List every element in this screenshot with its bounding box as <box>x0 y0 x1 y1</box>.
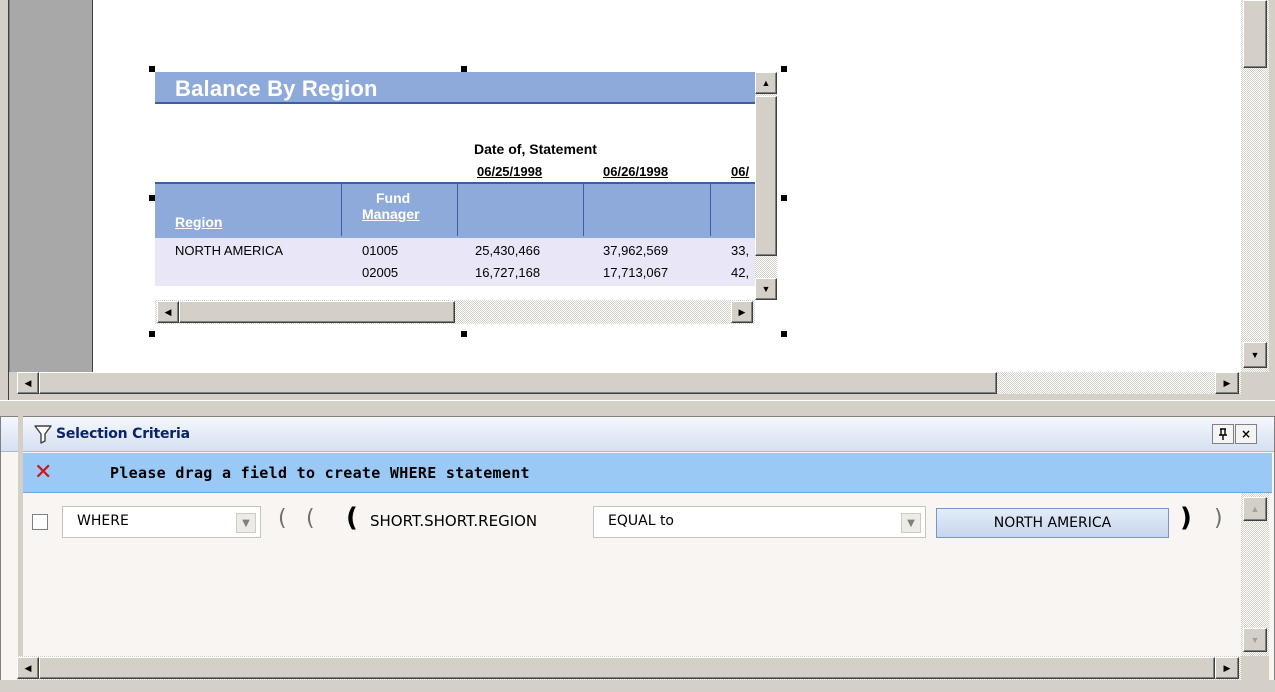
panel-title: Selection Criteria <box>56 426 190 442</box>
error-x-icon: ✕ <box>34 460 53 485</box>
panel-title-bar <box>1 418 1274 452</box>
report-vertical-scrollbar[interactable]: ▲ ▼ <box>755 72 777 300</box>
scroll-down-icon[interactable]: ▼ <box>755 278 777 300</box>
resize-handle[interactable] <box>149 195 155 201</box>
column-group-label: Date of, Statement <box>474 141 597 157</box>
resize-handle[interactable] <box>461 331 467 337</box>
design-area-left-edge <box>0 0 9 400</box>
scroll-down-icon[interactable]: ▼ <box>1243 342 1267 368</box>
open-paren[interactable]: ( <box>278 506 287 531</box>
header-divider <box>710 184 711 236</box>
scroll-right-icon[interactable]: ▶ <box>1215 372 1239 394</box>
scroll-left-icon[interactable]: ◀ <box>17 372 39 394</box>
panel-vertical-scrollbar[interactable]: ▲ ▼ <box>1241 493 1269 656</box>
cell-value: 16,727,168 <box>475 265 541 280</box>
chevron-down-icon[interactable]: ▼ <box>236 513 256 533</box>
panel-hscroll-thumb[interactable] <box>39 657 1215 679</box>
criteria-value-button[interactable]: NORTH AMERICA <box>936 508 1169 538</box>
header-divider <box>457 184 458 236</box>
chevron-down-icon[interactable]: ▼ <box>901 513 921 533</box>
canvas-vscroll-thumb[interactable] <box>1243 0 1267 68</box>
cell-value: 33, <box>731 243 750 258</box>
report-header-band <box>155 182 755 238</box>
report-hscroll-thumb[interactable] <box>179 301 455 323</box>
filter-icon <box>34 425 52 444</box>
resize-handle[interactable] <box>781 195 787 201</box>
clause-dropdown[interactable]: WHERE ▼ <box>62 506 261 538</box>
cell-value: 42, <box>731 265 750 280</box>
open-paren[interactable]: ( <box>306 506 315 531</box>
window-bottom-edge <box>0 680 1275 692</box>
scroll-left-icon[interactable]: ◀ <box>157 301 179 323</box>
scroll-right-icon[interactable]: ▶ <box>731 301 753 323</box>
scroll-down-icon[interactable]: ▼ <box>1243 628 1267 652</box>
fund-manager-header-line2: Manager <box>362 206 420 222</box>
report-horizontal-scrollbar[interactable]: ◀ ▶ <box>155 300 755 324</box>
hint-text: Please drag a field to create WHERE stat… <box>110 464 530 482</box>
region-header: Region <box>175 214 223 230</box>
fund-manager-header-line1: Fund <box>376 190 411 206</box>
cell-fund-manager: 01005 <box>362 243 399 258</box>
report-title: Balance By Region <box>175 76 378 101</box>
operator-value: EQUAL to <box>608 513 674 529</box>
scrollbar-corner <box>1241 656 1269 680</box>
resize-handle[interactable] <box>781 66 787 72</box>
header-divider <box>341 184 342 236</box>
criteria-field[interactable]: SHORT.SHORT.REGION <box>370 512 537 530</box>
scroll-left-icon[interactable]: ◀ <box>17 657 39 679</box>
resize-handle[interactable] <box>149 331 155 337</box>
scroll-up-icon[interactable]: ▲ <box>755 72 777 94</box>
panel-horizontal-scrollbar[interactable]: ◀ ▶ <box>17 656 1241 680</box>
header-divider <box>583 184 584 236</box>
operator-dropdown[interactable]: EQUAL to ▼ <box>593 506 926 538</box>
date-header-1: 06/25/1998 <box>477 164 543 179</box>
scroll-right-icon[interactable]: ▶ <box>1215 657 1239 679</box>
scroll-up-icon[interactable]: ▲ <box>1243 497 1267 521</box>
resize-handle[interactable] <box>461 66 467 72</box>
open-paren-active[interactable]: ( <box>346 503 358 533</box>
design-gutter <box>9 0 93 372</box>
close-paren[interactable]: ) <box>1214 506 1223 531</box>
date-header-2: 06/26/1998 <box>603 164 669 179</box>
clause-value: WHERE <box>77 513 129 529</box>
criteria-row-checkbox[interactable] <box>32 514 48 530</box>
canvas-vertical-scrollbar[interactable]: ▼ <box>1241 0 1269 372</box>
pin-icon[interactable] <box>1212 424 1234 444</box>
resize-handle[interactable] <box>781 331 787 337</box>
scrollbar-corner <box>1241 372 1269 394</box>
resize-handle[interactable] <box>149 66 155 72</box>
close-paren-active[interactable]: ) <box>1180 503 1192 533</box>
cell-value: 37,962,569 <box>603 243 669 258</box>
cell-value: 17,713,067 <box>603 265 669 280</box>
date-header-3: 06/ <box>731 164 750 179</box>
cell-region: NORTH AMERICA <box>175 243 284 258</box>
close-icon[interactable]: × <box>1235 424 1257 444</box>
canvas-horizontal-scrollbar[interactable]: ◀ ▶ <box>17 372 1241 394</box>
cell-fund-manager: 02005 <box>362 265 399 280</box>
canvas-hscroll-thumb[interactable] <box>39 372 997 394</box>
cell-value: 25,430,466 <box>475 243 541 258</box>
report-vscroll-thumb[interactable] <box>755 96 777 256</box>
